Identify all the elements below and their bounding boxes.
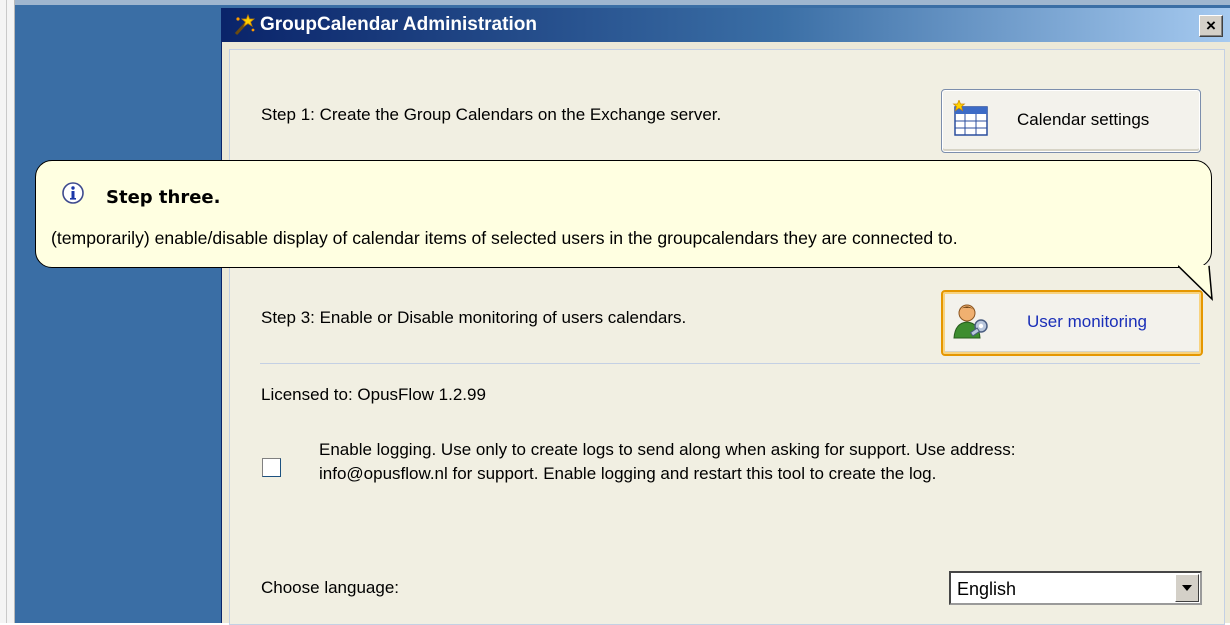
user-monitoring-button[interactable]: User monitoring	[941, 290, 1203, 356]
top-frame-border	[15, 0, 1230, 5]
language-value: English	[957, 579, 1017, 599]
balloon-tooltip: Step three. (temporarily) enable/disable…	[35, 160, 1213, 301]
window-title: GroupCalendar Administration	[260, 14, 537, 35]
calendar-grid-icon	[952, 100, 988, 136]
calendar-settings-label: Calendar settings	[1017, 110, 1150, 129]
user-key-icon	[953, 304, 988, 339]
calendar-settings-button[interactable]: Calendar settings	[941, 89, 1201, 153]
dropdown-arrow-button[interactable]	[1175, 574, 1199, 602]
magic-wand-icon	[234, 14, 256, 36]
logging-checkbox[interactable]	[262, 458, 281, 477]
step3-text: Step 3: Enable or Disable monitoring of …	[261, 308, 687, 327]
admin-window: GroupCalendar Administration × Step 1: C…	[221, 8, 1230, 625]
info-icon	[62, 182, 84, 204]
license-text: Licensed to: OpusFlow 1.2.99	[261, 385, 486, 404]
close-button[interactable]: ×	[1199, 15, 1223, 37]
main-panel: Step 1: Create the Group Calendars on th…	[229, 49, 1225, 625]
dropdown-arrow-icon	[1182, 585, 1192, 591]
tooltip-body: (temporarily) enable/disable display of …	[51, 228, 958, 248]
close-icon: ×	[1206, 16, 1216, 35]
left-frame-line	[6, 0, 7, 623]
step1-text: Step 1: Create the Group Calendars on th…	[261, 105, 722, 124]
left-frame-border	[0, 0, 15, 623]
tooltip-pointer	[1178, 265, 1213, 301]
title-bar[interactable]: GroupCalendar Administration ×	[222, 8, 1230, 42]
tooltip-title: Step three.	[106, 187, 221, 208]
logging-text-line2: info@opusflow.nl for support. Enable log…	[319, 464, 937, 483]
section-divider	[260, 363, 1200, 364]
language-label: Choose language:	[261, 578, 400, 597]
logging-text-line1: Enable logging. Use only to create logs …	[319, 440, 1016, 459]
user-monitoring-label: User monitoring	[1027, 312, 1147, 331]
language-select[interactable]: English	[949, 571, 1202, 605]
